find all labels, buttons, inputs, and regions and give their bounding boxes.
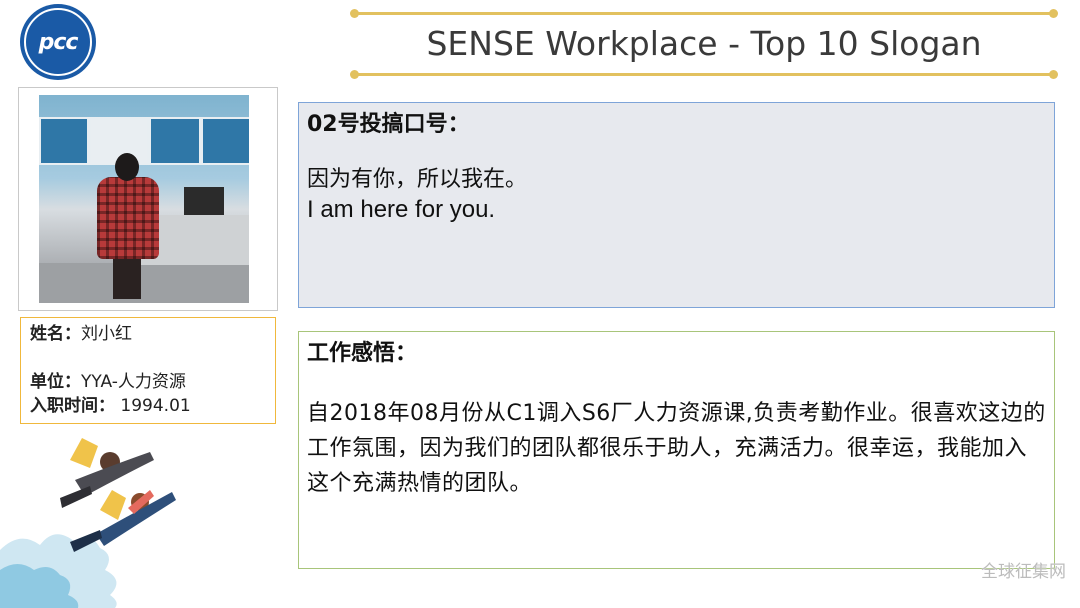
name-row: 姓名：刘小红 [30, 322, 266, 346]
reflection-heading: 工作感悟： [307, 341, 418, 366]
unit-value: YYA-人力资源 [81, 372, 186, 392]
rocket-people-illustration [0, 438, 176, 608]
employee-photo-frame [18, 87, 278, 311]
title-divider-top [350, 9, 1058, 18]
reflection-body: 自2018年08月份从C1调入S6厂人力资源课,负责考勤作业。很喜欢这边的工作氛… [307, 401, 1046, 496]
watermark: 全球征集网 [981, 562, 1066, 582]
title-divider-bottom [350, 70, 1058, 79]
slogan-text-english: I am here for you. [307, 196, 496, 223]
company-logo: pcc [20, 4, 96, 80]
hire-date-label: 入职时间： [30, 396, 115, 416]
slogan-text-chinese: 因为有你，所以我在。 [307, 167, 528, 192]
hire-date-value: 1994.01 [115, 396, 191, 416]
name-label: 姓名： [30, 324, 81, 344]
hire-date-row: 入职时间： 1994.01 [30, 394, 266, 418]
name-value: 刘小红 [81, 324, 132, 344]
employee-photo [39, 95, 249, 303]
logo-text: pcc [24, 8, 92, 76]
page-title: SENSE Workplace - Top 10 Slogan [426, 24, 982, 63]
unit-row: 单位：YYA-人力资源 [30, 370, 266, 394]
slogan-box: 02号投搞口号： 因为有你，所以我在。 I am here for you. [298, 102, 1055, 308]
slogan-heading: 02号投搞口号： [307, 112, 470, 137]
reflection-box: 工作感悟： 自2018年08月份从C1调入S6厂人力资源课,负责考勤作业。很喜欢… [298, 331, 1055, 569]
employee-info-box: 姓名：刘小红 单位：YYA-人力资源 入职时间： 1994.01 [20, 317, 276, 424]
unit-label: 单位： [30, 372, 81, 392]
